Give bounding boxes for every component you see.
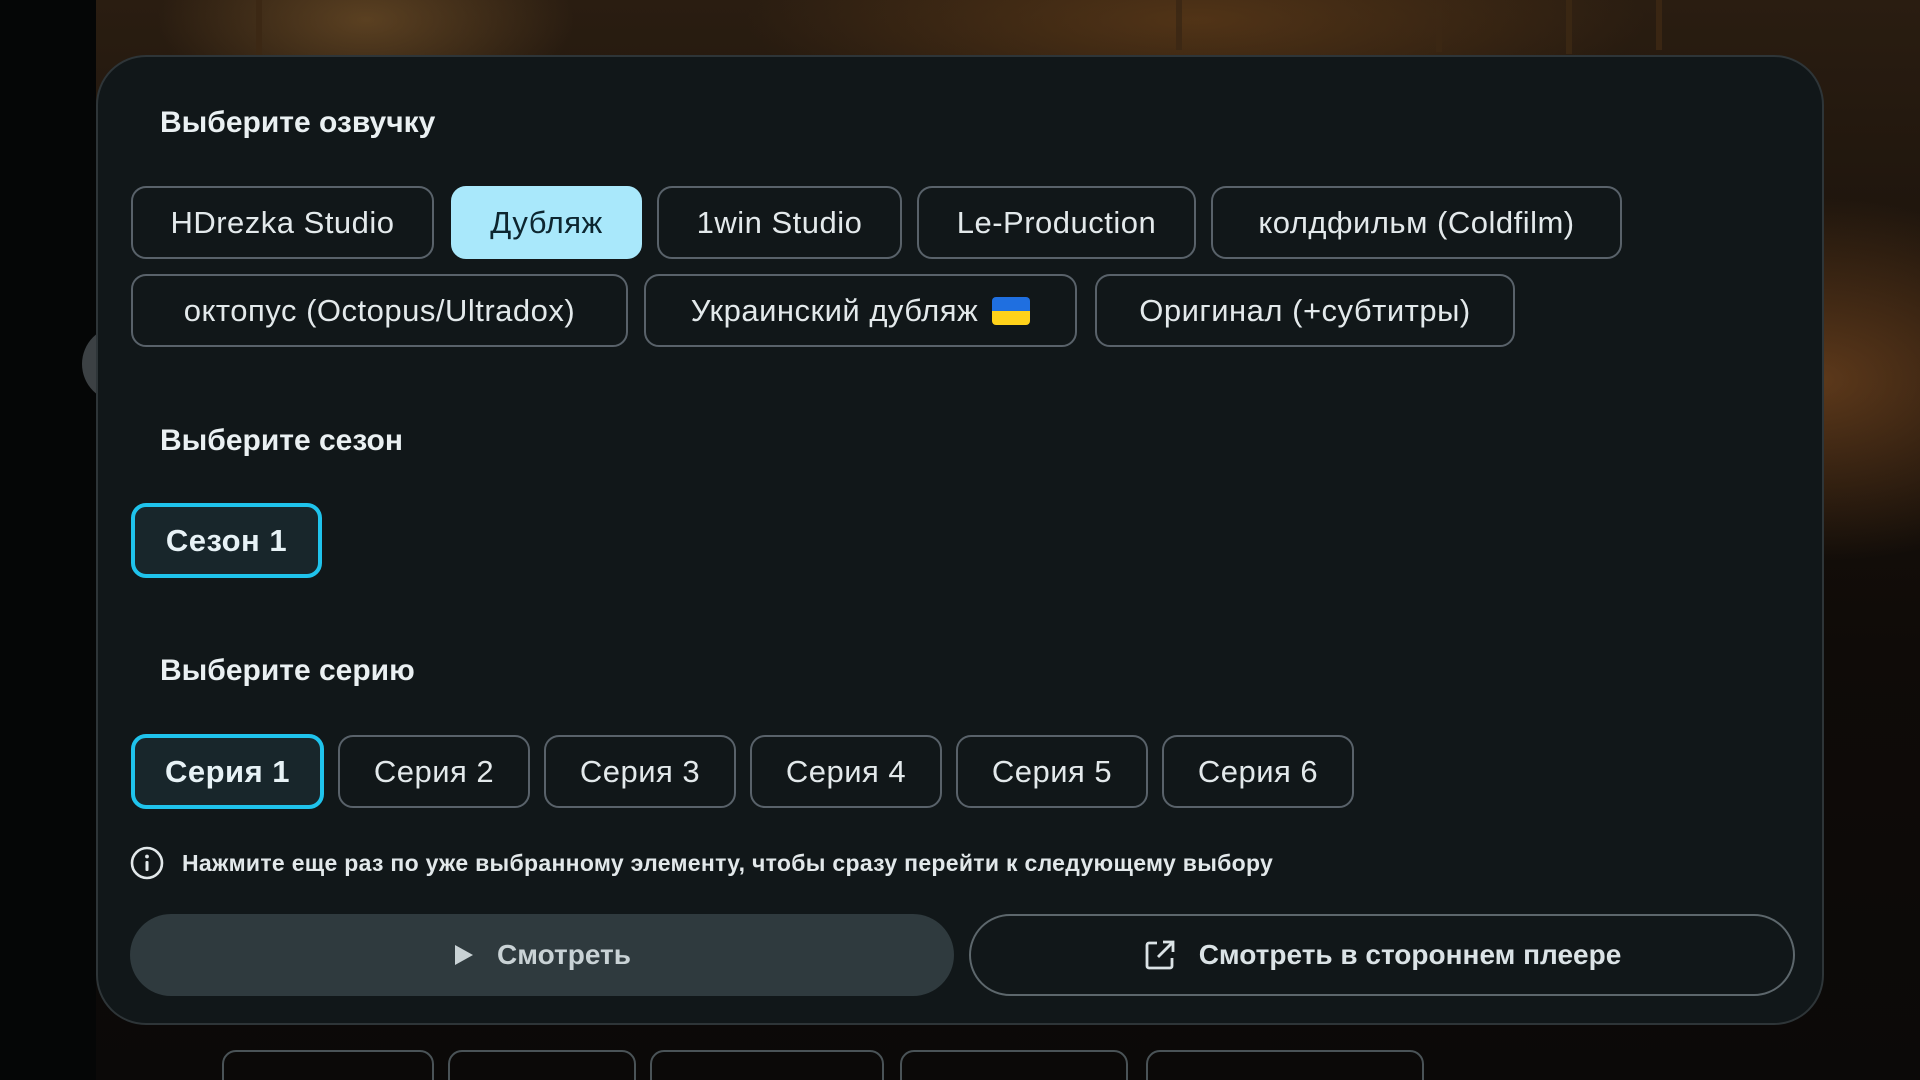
- episode-option[interactable]: Серия 5: [956, 735, 1148, 808]
- genre-chip[interactable]: [222, 1050, 434, 1080]
- background-post: [1436, 0, 1442, 52]
- background-post: [1176, 0, 1182, 50]
- episode-picker-dialog: Выберите озвучку HDrezka Studio Дубляж 1…: [96, 55, 1824, 1025]
- episode-option[interactable]: Серия 4: [750, 735, 942, 808]
- dubbing-option-label: Украинский дубляж: [690, 292, 979, 328]
- watch-button[interactable]: Смотреть: [130, 914, 954, 996]
- genre-chip[interactable]: [448, 1050, 636, 1080]
- dubbing-option-selected[interactable]: Дубляж: [451, 186, 642, 259]
- info-icon: [130, 846, 164, 880]
- external-player-button-label: Смотреть в стороннем плеере: [1198, 939, 1622, 970]
- background-post: [1656, 0, 1662, 50]
- play-icon: [455, 945, 474, 965]
- dubbing-option[interactable]: октопус (Octopus/Ultradox): [131, 274, 628, 347]
- ukraine-flag-icon: [992, 296, 1031, 325]
- episode-option[interactable]: Серия 3: [544, 735, 736, 808]
- dubbing-option-ukrainian[interactable]: Украинский дубляж: [644, 274, 1077, 347]
- left-edge: [0, 0, 96, 1080]
- background-post: [1566, 0, 1572, 54]
- dubbing-section-title: Выберите озвучку: [160, 106, 436, 139]
- episode-option-selected[interactable]: Серия 1: [131, 734, 324, 809]
- dubbing-option[interactable]: HDrezka Studio: [131, 186, 434, 259]
- external-player-button[interactable]: Смотреть в стороннем плеере: [969, 914, 1795, 996]
- season-section-title: Выберите сезон: [160, 424, 403, 457]
- episode-option[interactable]: Серия 2: [338, 735, 530, 808]
- hint-row: Нажмите еще раз по уже выбранному элемен…: [130, 845, 1273, 881]
- season-option-selected[interactable]: Сезон 1: [131, 503, 322, 578]
- hint-text: Нажмите еще раз по уже выбранному элемен…: [182, 849, 1274, 876]
- dubbing-option[interactable]: Оригинал (+субтитры): [1095, 274, 1515, 347]
- genre-chip[interactable]: [650, 1050, 884, 1080]
- episode-option[interactable]: Серия 6: [1162, 735, 1354, 808]
- dubbing-option[interactable]: 1win Studio: [657, 186, 902, 259]
- genre-chip[interactable]: [900, 1050, 1128, 1080]
- genre-row: [96, 1032, 1920, 1080]
- genre-chip[interactable]: [1146, 1050, 1424, 1080]
- watch-button-label: Смотреть: [497, 939, 631, 970]
- background-post: [256, 0, 262, 56]
- dubbing-option[interactable]: Le-Production: [917, 186, 1196, 259]
- episode-section-title: Выберите серию: [160, 654, 415, 687]
- open-external-icon: [1145, 940, 1175, 970]
- dubbing-option[interactable]: колдфильм (Coldfilm): [1211, 186, 1622, 259]
